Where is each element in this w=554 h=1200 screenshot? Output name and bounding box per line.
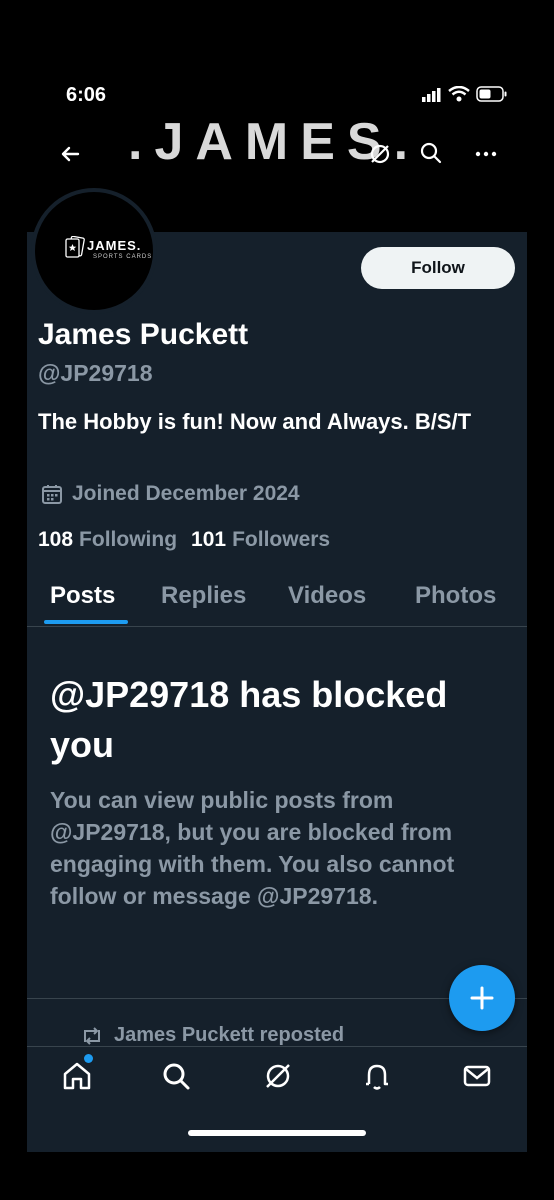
- card-logo-icon: [65, 236, 85, 258]
- tab-posts[interactable]: Posts: [50, 582, 115, 610]
- joined-row: Joined December 2024: [40, 482, 300, 506]
- following-label: Following: [79, 528, 178, 551]
- tab-videos[interactable]: Videos: [288, 582, 366, 610]
- profile-bio: The Hobby is fun! Now and Always. B/S/T: [38, 409, 472, 434]
- grok-icon[interactable]: [262, 1060, 294, 1092]
- repost-icon: [84, 1026, 100, 1045]
- more-icon[interactable]: [472, 140, 500, 168]
- search-icon[interactable]: [160, 1060, 192, 1092]
- repost-text: James Puckett reposted: [114, 1024, 345, 1046]
- cellular-signal-icon: [422, 88, 441, 102]
- followers-link[interactable]: 101 Followers: [191, 528, 330, 552]
- display-name: James Puckett: [38, 318, 249, 351]
- status-bar: 6:06: [0, 0, 554, 120]
- tab-replies[interactable]: Replies: [161, 582, 246, 610]
- grok-icon[interactable]: [368, 142, 392, 166]
- search-icon[interactable]: [418, 140, 444, 166]
- profile-handle: @JP29718: [38, 360, 153, 386]
- logo-subtitle: SPORTS CARDS: [93, 254, 153, 260]
- battery-icon: [476, 86, 507, 102]
- notifications-icon[interactable]: [361, 1060, 393, 1092]
- tab-photos[interactable]: Photos: [415, 582, 496, 610]
- repost-row[interactable]: James Puckett reposted: [80, 1024, 344, 1047]
- followers-count: 101: [191, 528, 227, 551]
- avatar[interactable]: JAMES. SPORTS CARDS: [31, 188, 157, 314]
- logo-name: JAMES.: [87, 238, 142, 253]
- blocked-title: @JP29718 has blocked you: [50, 674, 448, 765]
- wifi-icon: [448, 86, 470, 102]
- home-icon[interactable]: [61, 1060, 93, 1092]
- plus-icon: [470, 986, 494, 1010]
- followers-label: Followers: [232, 528, 331, 551]
- active-tab-indicator: [44, 620, 128, 624]
- back-arrow-icon[interactable]: [56, 140, 84, 168]
- blocked-description: You can view public posts from @JP29718,…: [50, 787, 455, 909]
- status-time: 6:06: [66, 84, 107, 106]
- following-count: 108: [38, 528, 74, 551]
- follow-button[interactable]: Follow: [361, 247, 515, 289]
- messages-icon[interactable]: [461, 1060, 493, 1092]
- calendar-icon: [42, 485, 62, 504]
- home-indicator: [188, 1130, 366, 1136]
- compose-button[interactable]: [449, 965, 515, 1031]
- following-link[interactable]: 108 Following: [38, 528, 177, 552]
- follow-stats: 108 Following 101 Followers: [38, 528, 330, 552]
- joined-date: Joined December 2024: [72, 482, 300, 505]
- home-notification-dot: [84, 1054, 93, 1063]
